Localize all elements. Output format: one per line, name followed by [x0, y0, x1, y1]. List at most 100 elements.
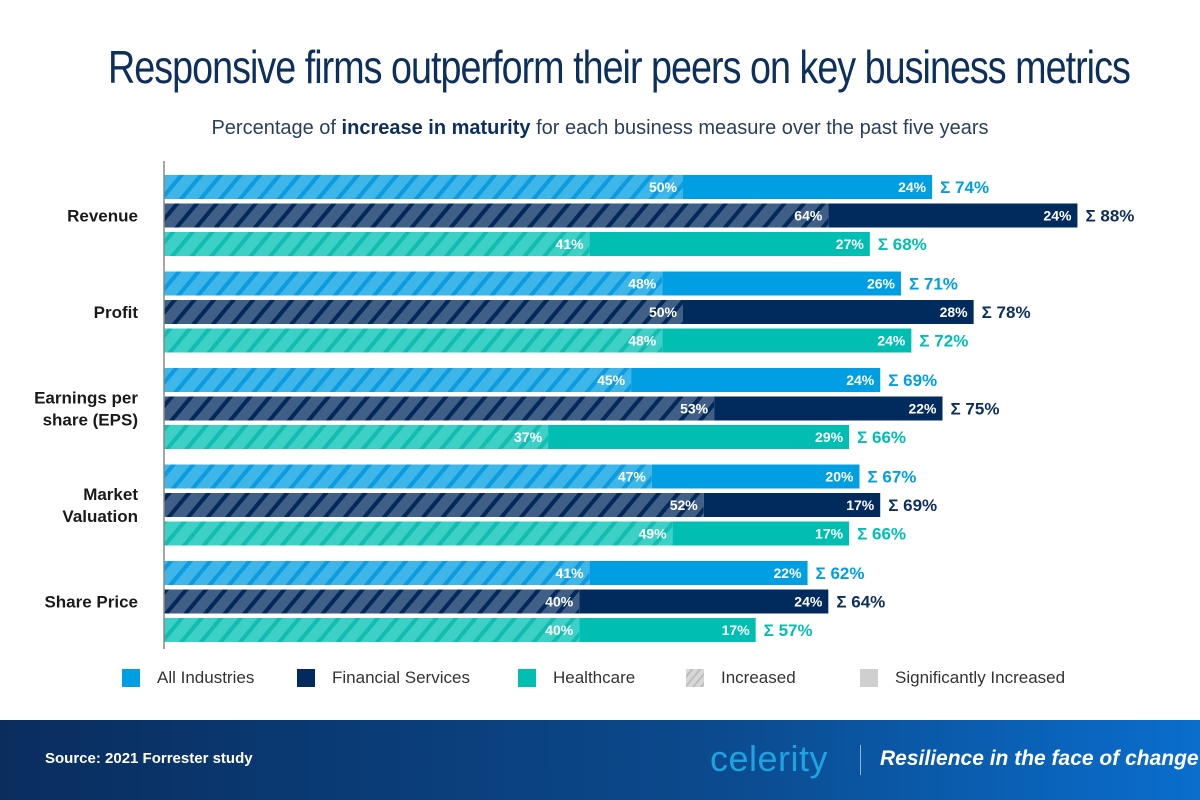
- bar-increased-fin: [164, 589, 580, 614]
- label-significantly-increased: 24%: [898, 179, 927, 195]
- legend-label: Financial Services: [332, 668, 470, 687]
- legend-label: Increased: [721, 668, 796, 687]
- legend-label: All Industries: [157, 668, 255, 687]
- label-increased: 40%: [545, 622, 574, 638]
- label-significantly-increased: 20%: [825, 469, 854, 485]
- bar-increased-fin: [164, 493, 704, 517]
- bar-significantly-increased-health: [662, 328, 912, 353]
- subtitle-pre: Percentage of: [211, 117, 342, 139]
- legend-swatch: [297, 669, 315, 687]
- label-increased: 41%: [556, 236, 585, 252]
- label-total: Σ 75%: [951, 400, 1000, 419]
- bar-increased-all: [164, 175, 683, 199]
- label-total: Σ 67%: [867, 468, 916, 487]
- source-note: Source: 2021 Forrester study: [45, 750, 253, 767]
- bar-increased-fin: [164, 300, 683, 324]
- label-significantly-increased: 24%: [1043, 208, 1072, 224]
- label-increased: 50%: [649, 304, 678, 320]
- category-label: Market Valuation: [62, 485, 138, 526]
- label-increased: 41%: [556, 565, 585, 581]
- label-total: Σ 78%: [982, 303, 1031, 322]
- label-increased: 48%: [628, 276, 657, 292]
- legend-swatch: [122, 669, 140, 687]
- legend-item: All Industries: [122, 668, 254, 688]
- chart-title: Responsive firms outperform their peers …: [108, 41, 1131, 93]
- category-label: Profit: [94, 303, 139, 322]
- bar-increased-fin: [164, 396, 715, 421]
- bar-increased-all: [164, 271, 663, 296]
- category-label: Share Price: [44, 593, 138, 612]
- label-total: Σ 88%: [1085, 207, 1134, 226]
- label-increased: 37%: [514, 429, 543, 445]
- bar-increased-health: [164, 521, 673, 546]
- bar-increased-health: [164, 618, 580, 642]
- bar-significantly-increased-fin: [683, 300, 974, 324]
- legend-swatch: [518, 669, 536, 687]
- legend: All Industries Financial Services Healthca…: [0, 668, 1200, 692]
- legend-label: Healthcare: [553, 668, 636, 687]
- category-label: Revenue: [67, 207, 138, 226]
- label-significantly-increased: 17%: [815, 526, 844, 542]
- label-significantly-increased: 17%: [722, 622, 751, 638]
- label-increased: 47%: [618, 469, 647, 485]
- bar-significantly-increased-all: [662, 271, 901, 296]
- legend-item: Financial Services: [297, 668, 470, 688]
- label-total: Σ 64%: [836, 593, 885, 612]
- bar-significantly-increased-health: [589, 232, 870, 256]
- bar-chart: Revenue 50% 24% Σ 74% 64% 24% Σ 88% 41% 27% Σ 68%…: [34, 161, 1134, 649]
- label-significantly-increased: 29%: [815, 429, 844, 445]
- label-total: Σ 66%: [857, 428, 906, 447]
- label-significantly-increased: 22%: [774, 565, 803, 581]
- legend-item: Healthcare: [518, 668, 635, 688]
- legend-swatch: [860, 669, 878, 687]
- label-increased: 48%: [628, 333, 657, 349]
- label-increased: 49%: [639, 526, 668, 542]
- legend-swatch: [686, 669, 704, 687]
- footer-banner: Source: 2021 Forrester study celerity Re…: [0, 720, 1200, 800]
- label-significantly-increased: 17%: [846, 497, 875, 513]
- bar-significantly-increased-fin: [579, 589, 829, 614]
- subtitle-bold: increase in maturity: [341, 117, 531, 139]
- label-increased: 52%: [670, 497, 699, 513]
- bar-significantly-increased-health: [548, 425, 850, 449]
- bar-significantly-increased-all: [683, 175, 933, 199]
- celerity-logo: celerity: [710, 738, 829, 779]
- label-increased: 40%: [545, 594, 574, 610]
- bar-increased-all: [164, 464, 652, 489]
- bar-increased-fin: [164, 203, 829, 228]
- chart-subtitle: Percentage of increase in maturity for e…: [0, 117, 1200, 140]
- label-significantly-increased: 28%: [940, 304, 969, 320]
- label-increased: 64%: [794, 208, 823, 224]
- category-label: Earnings per share (EPS): [34, 389, 138, 430]
- label-total: Σ 71%: [909, 275, 958, 294]
- label-total: Σ 69%: [888, 371, 937, 390]
- label-significantly-increased: 27%: [836, 236, 865, 252]
- footer-divider: [860, 745, 861, 775]
- label-increased: 45%: [597, 372, 626, 388]
- bar-increased-health: [164, 232, 590, 256]
- bar-significantly-increased-fin: [828, 203, 1078, 228]
- legend-item: Significantly Increased: [860, 668, 1065, 688]
- label-total: Σ 57%: [764, 621, 813, 640]
- legend-item: Increased: [686, 668, 796, 688]
- tagline: Resilience in the face of change: [880, 747, 1199, 770]
- label-total: Σ 68%: [878, 235, 927, 254]
- label-total: Σ 74%: [940, 178, 989, 197]
- bar-increased-health: [164, 328, 663, 353]
- legend-label: Significantly Increased: [895, 668, 1066, 687]
- bar-increased-all: [164, 368, 632, 392]
- bar-increased-health: [164, 425, 549, 449]
- label-increased: 50%: [649, 179, 678, 195]
- label-increased: 53%: [680, 401, 709, 417]
- label-significantly-increased: 22%: [908, 401, 937, 417]
- label-significantly-increased: 24%: [846, 372, 875, 388]
- label-total: Σ 69%: [888, 496, 937, 515]
- label-significantly-increased: 24%: [794, 594, 823, 610]
- label-total: Σ 62%: [816, 564, 865, 583]
- label-significantly-increased: 26%: [867, 276, 896, 292]
- label-total: Σ 66%: [857, 525, 906, 544]
- subtitle-post: for each business measure over the past …: [530, 117, 989, 139]
- bar-significantly-increased-all: [631, 368, 881, 392]
- bar-increased-all: [164, 561, 590, 585]
- label-total: Σ 72%: [919, 332, 968, 351]
